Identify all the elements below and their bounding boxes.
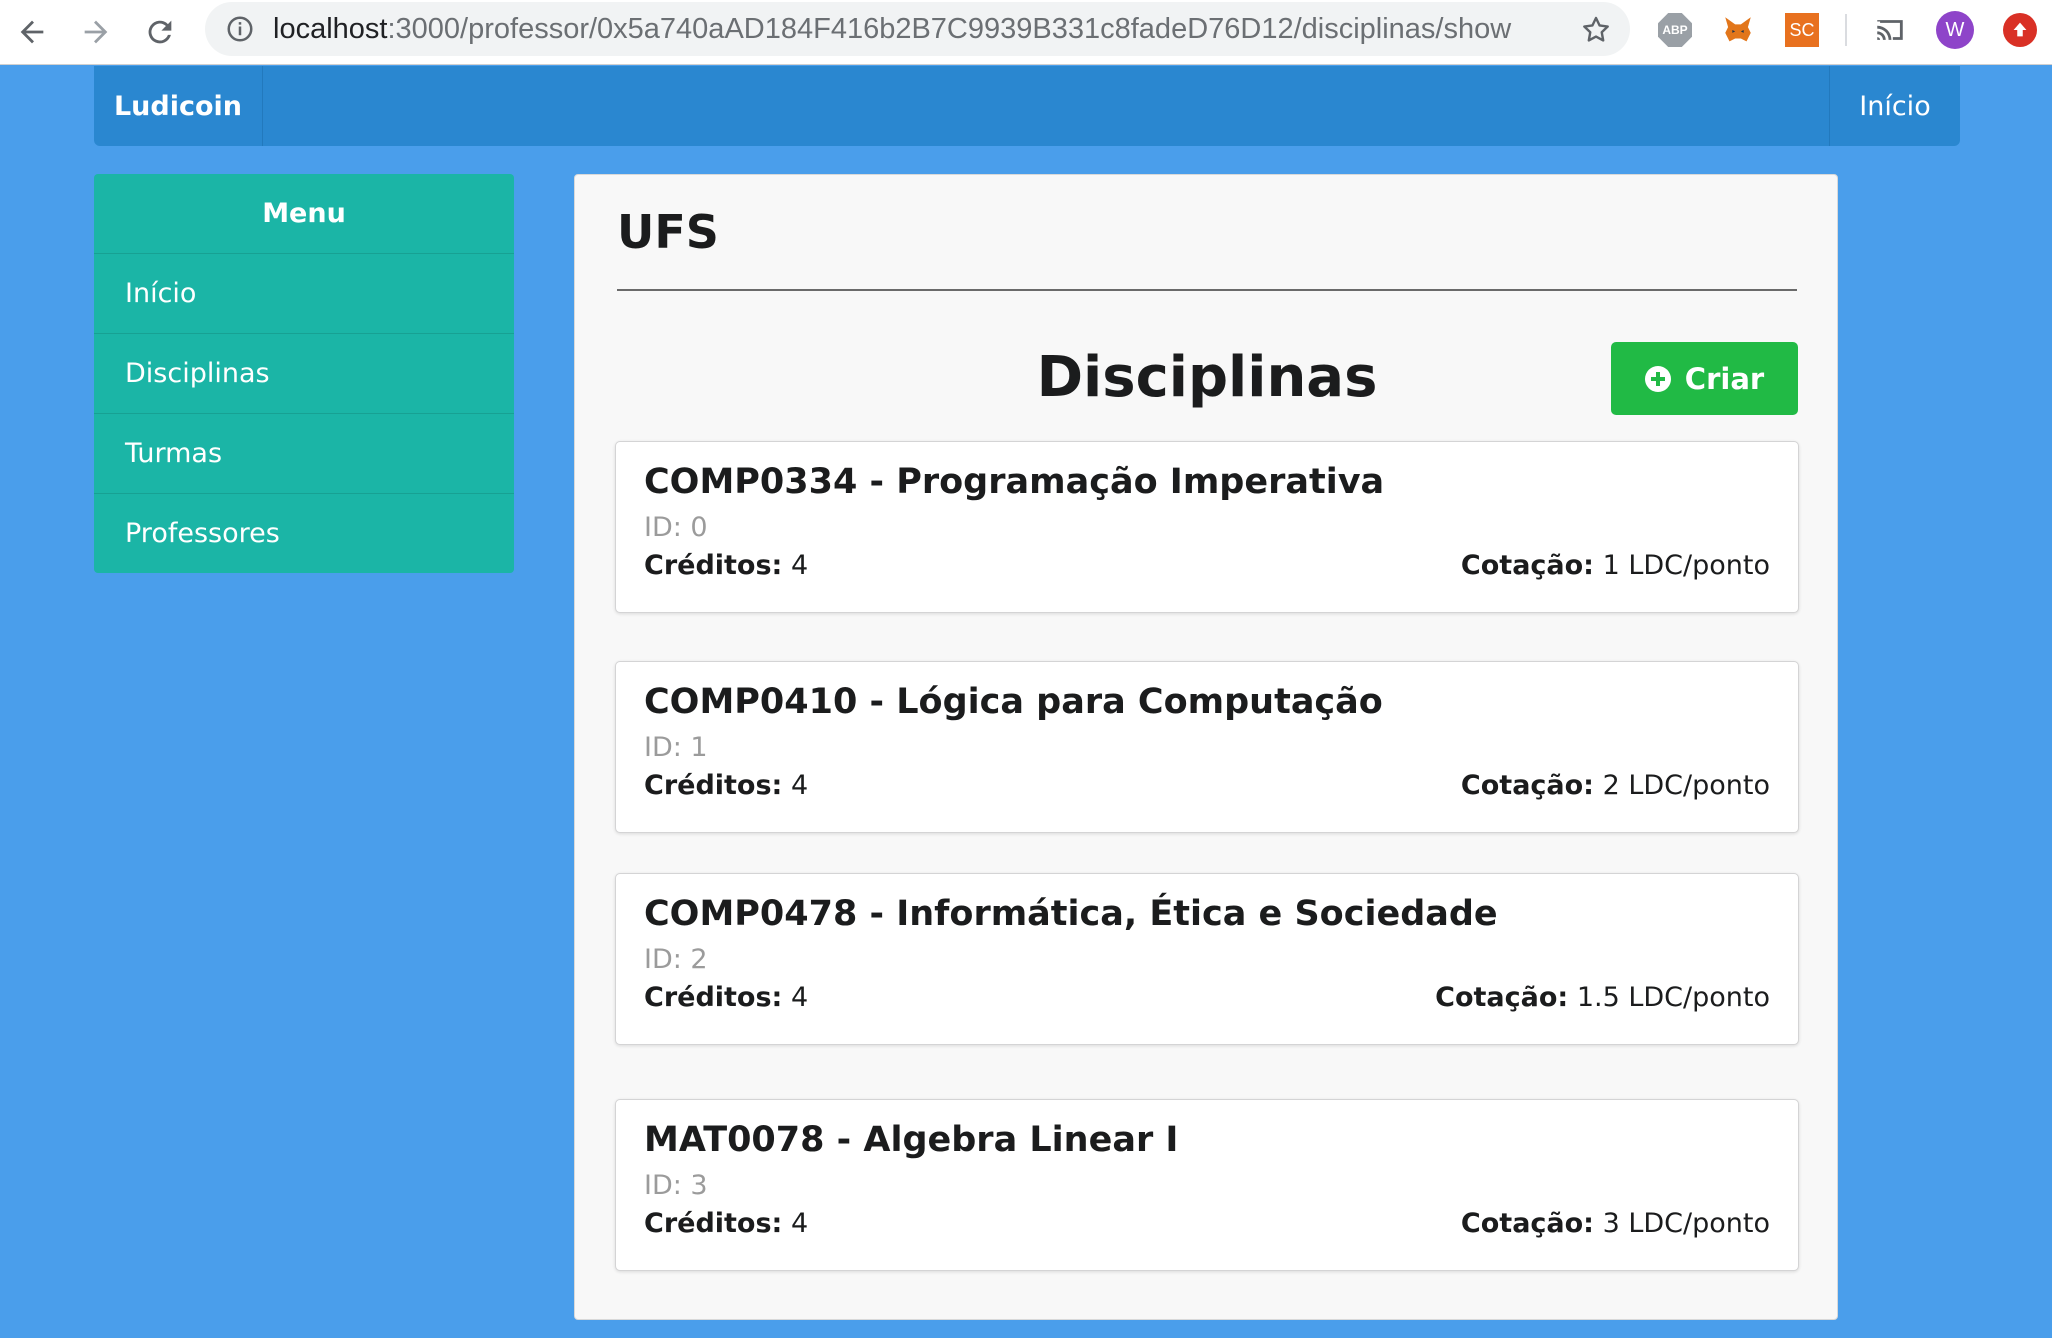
course-title: MAT0078 - Algebra Linear I [644, 1120, 1179, 1160]
credits-value: 4 [790, 550, 809, 581]
back-button[interactable] [8, 8, 56, 56]
credits-label: Créditos: [644, 982, 783, 1013]
course-id: ID: 2 [644, 944, 708, 975]
course-card[interactable]: COMP0478 - Informática, Ética e Sociedad… [615, 873, 1799, 1045]
plus-circle-icon [1644, 365, 1671, 392]
credits-label: Créditos: [644, 1208, 783, 1239]
url-path: :3000/professor/0x5a740aAD184F416b2B7C99… [387, 13, 1512, 45]
fox-icon [1725, 17, 1751, 42]
sidebar-menu: Menu Início Disciplinas Turmas Professor… [94, 174, 514, 573]
course-credits: Créditos: 4 [644, 982, 808, 1013]
course-title: COMP0410 - Lógica para Computação [644, 682, 1383, 722]
sidebar-item-disciplinas[interactable]: Disciplinas [94, 334, 514, 414]
rate-label: Cotação: [1435, 982, 1569, 1013]
course-rate: Cotação: 1 LDC/ponto [1461, 550, 1770, 581]
course-title: COMP0478 - Informática, Ética e Sociedad… [644, 894, 1498, 934]
course-id: ID: 0 [644, 512, 708, 543]
course-id: ID: 3 [644, 1170, 708, 1201]
rate-label: Cotação: [1460, 550, 1594, 581]
menu-header: Menu [94, 174, 514, 254]
brand-link[interactable]: Ludicoin [94, 66, 263, 146]
course-card[interactable]: MAT0078 - Algebra Linear I ID: 3 Crédito… [615, 1099, 1799, 1271]
reload-button[interactable] [136, 8, 184, 56]
top-navbar: Ludicoin Início [94, 66, 1960, 146]
credits-value: 4 [790, 1208, 809, 1239]
course-rate: Cotação: 1.5 LDC/ponto [1435, 982, 1770, 1013]
arrow-left-icon [20, 20, 44, 44]
rate-value: 3 LDC/ponto [1602, 1208, 1770, 1239]
page-content: Ludicoin Início Menu Início Disciplinas … [0, 65, 2052, 1338]
rate-label: Cotação: [1460, 1208, 1594, 1239]
address-bar[interactable]: localhost:3000/professor/0x5a740aAD184F4… [205, 2, 1630, 56]
main-panel: UFS Disciplinas Criar COMP0334 - Program… [574, 174, 1838, 1320]
credits-value: 4 [790, 982, 809, 1013]
rate-label: Cotação: [1460, 770, 1594, 801]
title-divider [617, 289, 1797, 291]
adblock-extension-button[interactable]: ABP [1655, 10, 1695, 50]
url-text[interactable]: localhost:3000/professor/0x5a740aAD184F4… [273, 2, 1511, 56]
sidebar-item-inicio[interactable]: Início [94, 254, 514, 334]
course-credits: Créditos: 4 [644, 770, 808, 801]
adblock-icon: ABP [1658, 13, 1692, 47]
credits-value: 4 [790, 770, 809, 801]
credits-label: Créditos: [644, 550, 783, 581]
bookmark-star-icon[interactable] [1580, 14, 1612, 46]
sc-icon: SC [1785, 13, 1819, 47]
sidebar-item-turmas[interactable]: Turmas [94, 414, 514, 494]
rate-value: 1 LDC/ponto [1602, 550, 1770, 581]
cast-button[interactable] [1870, 10, 1910, 50]
browser-toolbar: localhost:3000/professor/0x5a740aAD184F4… [0, 0, 2052, 65]
course-card[interactable]: COMP0334 - Programação Imperativa ID: 0 … [615, 441, 1799, 613]
avatar: W [1936, 11, 1974, 49]
course-rate: Cotação: 3 LDC/ponto [1461, 1208, 1770, 1239]
home-link[interactable]: Início [1829, 66, 1960, 146]
reload-icon [148, 20, 172, 44]
course-credits: Créditos: 4 [644, 550, 808, 581]
update-extension-button[interactable] [2000, 10, 2040, 50]
arrow-up-icon [2003, 13, 2037, 47]
rate-value: 1.5 LDC/ponto [1576, 982, 1770, 1013]
cast-icon [1877, 20, 1903, 40]
course-title: COMP0334 - Programação Imperativa [644, 462, 1385, 502]
sidebar-item-professores[interactable]: Professores [94, 494, 514, 573]
toolbar-divider [1845, 14, 1847, 46]
course-rate: Cotação: 2 LDC/ponto [1461, 770, 1770, 801]
create-button-label: Criar [1684, 361, 1765, 396]
rate-value: 2 LDC/ponto [1602, 770, 1770, 801]
page-title: UFS [617, 205, 719, 259]
credits-label: Créditos: [644, 770, 783, 801]
info-icon[interactable] [225, 14, 255, 44]
arrow-right-icon [84, 20, 108, 44]
metamask-extension-button[interactable] [1718, 10, 1758, 50]
url-host: localhost [273, 13, 388, 45]
course-id: ID: 1 [644, 732, 708, 763]
course-card[interactable]: COMP0410 - Lógica para Computação ID: 1 … [615, 661, 1799, 833]
forward-button[interactable] [72, 8, 120, 56]
create-button[interactable]: Criar [1611, 342, 1798, 415]
course-credits: Créditos: 4 [644, 1208, 808, 1239]
profile-button[interactable]: W [1935, 10, 1975, 50]
sc-extension-button[interactable]: SC [1782, 10, 1822, 50]
